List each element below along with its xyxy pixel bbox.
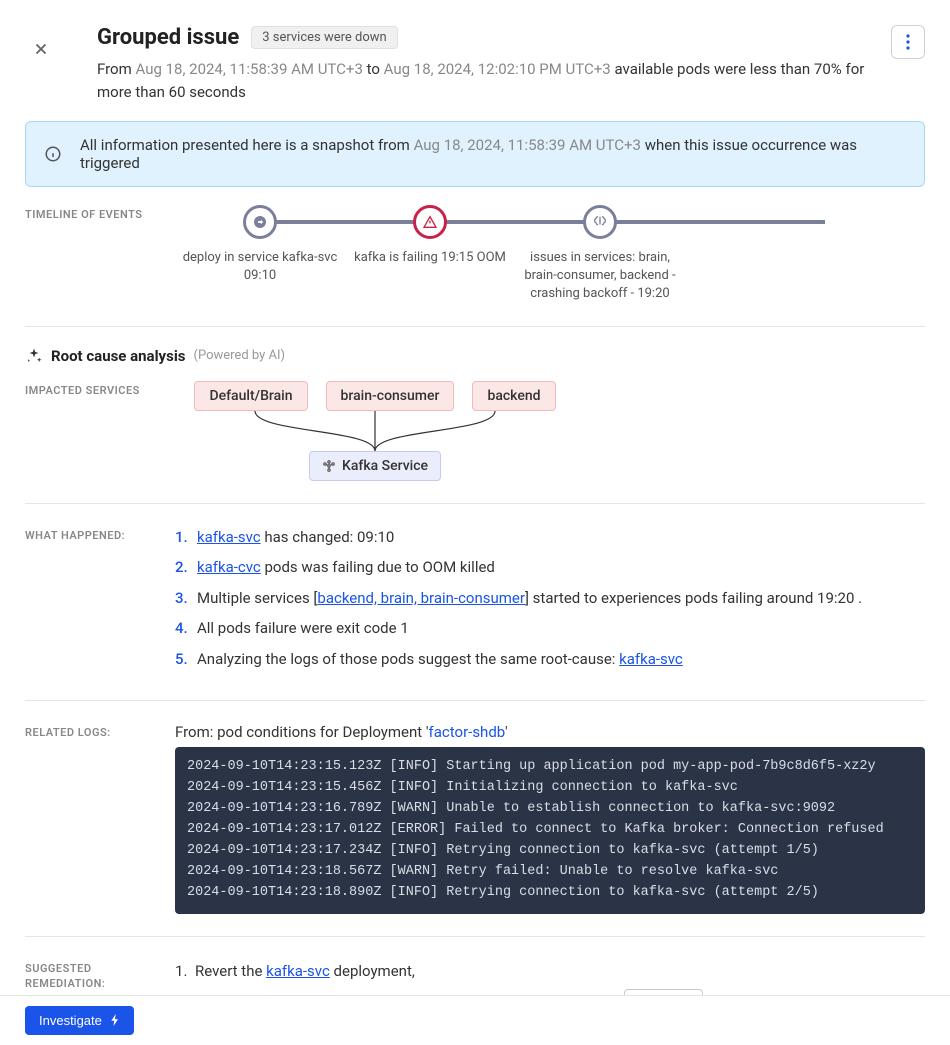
- impacted-service-pill[interactable]: brain-consumer: [326, 381, 455, 411]
- divider: [25, 700, 925, 701]
- more-menu-button[interactable]: [891, 25, 925, 59]
- footer-bar: Investigate: [0, 995, 950, 1045]
- service-link[interactable]: kafka-svc: [197, 528, 261, 546]
- sparkle-icon: [25, 347, 43, 365]
- related-logs-label: RELATED LOGS:: [25, 723, 175, 913]
- divider: [25, 503, 925, 504]
- list-item: Revert the kafka-svc deployment,: [175, 959, 925, 983]
- impacted-service-pill[interactable]: Default/Brain: [194, 381, 307, 411]
- list-item: Analyzing the logs of those pods suggest…: [175, 648, 925, 671]
- what-happened-label: WHAT HAPPENED:: [25, 526, 175, 679]
- what-happened-list: kafka-svc has changed: 09:10 kafka-cvc p…: [175, 526, 925, 671]
- log-source: From: pod conditions for Deployment 'fac…: [175, 723, 925, 741]
- dependency-service-pill[interactable]: Kafka Service: [309, 451, 441, 481]
- rca-title: Root cause analysis: [51, 347, 186, 365]
- investigate-button[interactable]: Investigate: [25, 1006, 134, 1035]
- log-output: 2024-09-10T14:23:15.123Z [INFO] Starting…: [175, 747, 925, 913]
- page-title: Grouped issue: [97, 25, 239, 50]
- impacted-label: IMPACTED SERVICES: [25, 381, 175, 481]
- services-down-badge: 3 services were down: [251, 26, 398, 49]
- service-link[interactable]: kafka-svc: [266, 962, 330, 980]
- list-item: kafka-cvc pods was failing due to OOM ki…: [175, 556, 925, 579]
- close-icon: [32, 40, 50, 58]
- service-link[interactable]: kafka-cvc: [197, 558, 261, 576]
- list-item: Multiple services [backend, brain, brain…: [175, 587, 925, 610]
- time-range-subtitle: From Aug 18, 2024, 11:58:39 AM UTC+3 to …: [97, 58, 891, 103]
- divider: [25, 936, 925, 937]
- alert-icon: [413, 205, 447, 239]
- deployment-link[interactable]: factor-shdb: [429, 723, 505, 741]
- list-item: All pods failure were exit code 1: [175, 617, 925, 640]
- deploy-icon: [243, 205, 277, 239]
- divider: [25, 326, 925, 327]
- rca-powered-by: (Powered by AI): [194, 348, 286, 363]
- info-icon: [44, 145, 62, 163]
- snapshot-info-banner: All information presented here is a snap…: [25, 121, 925, 187]
- more-vertical-icon: [906, 34, 910, 50]
- timeline-connector: [275, 220, 825, 224]
- lightning-icon: [110, 1014, 120, 1026]
- list-item: kafka-svc has changed: 09:10: [175, 526, 925, 549]
- service-link[interactable]: backend, brain, brain-consumer: [317, 589, 525, 607]
- impacted-service-pill[interactable]: backend: [472, 381, 555, 411]
- brain-icon: [583, 205, 617, 239]
- timeline-label: TIMELINE OF EVENTS: [25, 205, 175, 304]
- dependency-connector: [195, 411, 555, 451]
- service-link[interactable]: kafka-svc: [619, 650, 683, 668]
- kafka-icon: [322, 459, 336, 473]
- close-button[interactable]: [25, 33, 57, 65]
